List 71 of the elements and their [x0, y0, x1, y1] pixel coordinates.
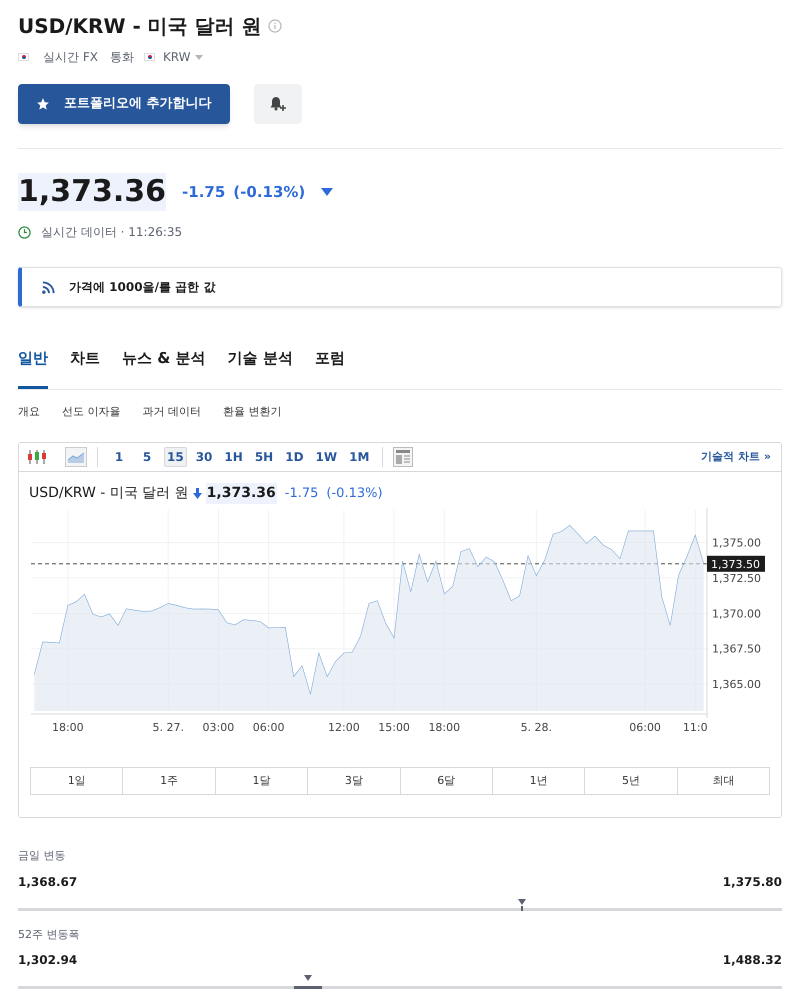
- flag-icon: [18, 53, 29, 61]
- notice-text: 가격에 1000을/를 곱한 값: [69, 279, 216, 296]
- interval-button[interactable]: 15: [164, 447, 187, 467]
- down-arrow-icon: [192, 488, 202, 499]
- interval-button[interactable]: 1: [108, 447, 130, 467]
- interval-button[interactable]: 1H: [221, 447, 246, 467]
- range-label: 금일 변동: [18, 848, 66, 864]
- y-axis-label: 1,370.00: [712, 607, 761, 620]
- x-axis-label: 18:00: [52, 721, 84, 734]
- range-low: 1,368.67: [18, 874, 78, 890]
- interval-button[interactable]: 30: [192, 447, 216, 467]
- nav-tab[interactable]: 기술 분석: [228, 347, 293, 388]
- area-chart-icon[interactable]: [65, 447, 87, 467]
- chart-symbol-label: USD/KRW - 미국 달러 원: [29, 484, 189, 503]
- y-axis-label: 1,372.50: [712, 572, 761, 585]
- range-high: 1,488.32: [722, 952, 782, 969]
- interval-button[interactable]: 5H: [252, 447, 276, 467]
- type-label: 통화: [110, 49, 134, 66]
- range-high: 1,375.80: [722, 874, 782, 890]
- nav-tab[interactable]: 포럼: [314, 347, 345, 388]
- chart-price: 1,373.36: [206, 483, 277, 504]
- last-price: 1,373.36: [18, 173, 166, 211]
- x-axis-label: 11:0: [682, 721, 708, 734]
- sub-nav-link[interactable]: 개요: [18, 404, 40, 420]
- range-low: 1,302.94: [18, 952, 78, 969]
- current-price-tag: 1,373.50: [707, 556, 765, 572]
- interval-button[interactable]: 1D: [282, 447, 307, 467]
- signal-icon: [42, 280, 55, 294]
- currency-dropdown[interactable]: KRW: [162, 48, 203, 66]
- sub-nav-link[interactable]: 환율 변환기: [223, 404, 282, 420]
- interval-button[interactable]: 1M: [346, 447, 372, 467]
- page-title: USD/KRW - 미국 달러 원: [18, 13, 262, 40]
- chart-change-percent: (-0.13%): [326, 484, 383, 503]
- clock-icon: [18, 226, 31, 238]
- layout-icon[interactable]: [393, 447, 414, 467]
- x-axis-label: 12:00: [328, 721, 360, 734]
- sub-nav-link[interactable]: 과거 데이터: [142, 404, 201, 420]
- x-axis-label: 03:00: [202, 721, 234, 734]
- add-to-portfolio-button[interactable]: 포트폴리오에 추가합니다: [18, 84, 230, 124]
- y-axis-label: 1,375.00: [712, 536, 761, 550]
- y-axis-label: 1,365.00: [712, 678, 761, 692]
- info-icon[interactable]: [268, 19, 282, 33]
- chart-change: -1.75: [284, 484, 318, 503]
- interval-button[interactable]: 1W: [312, 447, 340, 467]
- x-axis-label: 5. 28.: [520, 721, 552, 734]
- technical-chart-link[interactable]: 기술적 차트 »: [701, 448, 771, 466]
- add-alert-button[interactable]: [254, 84, 302, 124]
- x-axis-label: 06:00: [252, 721, 284, 734]
- bell-plus-icon: [268, 96, 287, 112]
- flag-icon: [144, 53, 155, 61]
- candlestick-icon[interactable]: [27, 449, 47, 465]
- ref-line-label: 1,373.50: [711, 558, 760, 571]
- marker-icon: [304, 975, 312, 981]
- x-axis-label: 18:00: [428, 721, 460, 734]
- down-arrow-icon: [321, 188, 334, 196]
- nav-tab[interactable]: 뉴스 & 분석: [122, 347, 206, 388]
- range-label: 52주 변동폭: [18, 926, 80, 942]
- star-icon: [36, 97, 50, 111]
- interval-button[interactable]: 5: [136, 447, 158, 467]
- sub-nav-link[interactable]: 선도 이자율: [62, 404, 120, 420]
- x-axis-label: 15:00: [378, 721, 410, 734]
- price-change: -1.75: [182, 182, 226, 203]
- price-change-percent: (-0.13%): [233, 182, 306, 203]
- x-axis-label: 5. 27.: [152, 721, 184, 734]
- nav-tab[interactable]: 차트: [70, 347, 100, 388]
- nav-tab[interactable]: 일반: [18, 347, 48, 388]
- data-status: 실시간 데이터 · 11:26:35: [41, 224, 182, 241]
- y-axis-label: 1,367.50: [712, 642, 761, 656]
- caret-icon: [194, 54, 203, 60]
- market-label: 실시간 FX: [43, 49, 98, 66]
- x-axis-label: 06:00: [629, 721, 661, 734]
